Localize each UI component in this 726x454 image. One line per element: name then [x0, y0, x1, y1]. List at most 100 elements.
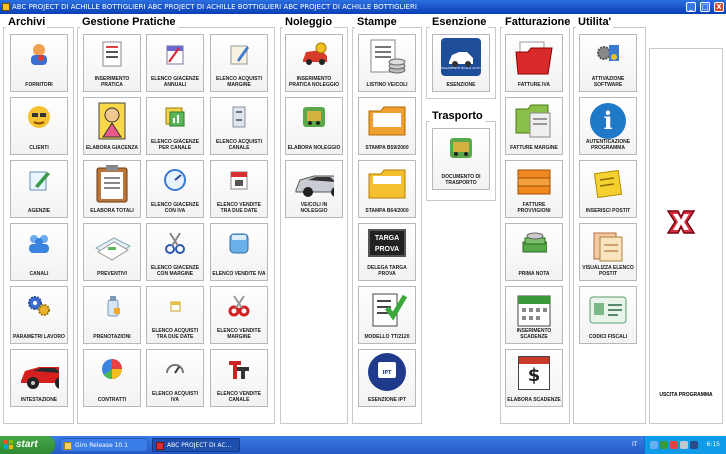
checklist-icon [367, 290, 407, 330]
fornitori-button[interactable]: FORNITORI [10, 34, 68, 92]
inserisci-postit-button[interactable]: INSERISCI POSTIT [579, 160, 637, 218]
yellow-folder-icon [367, 164, 407, 204]
modello-tt2120-button[interactable]: MODELLO TT/2120 [358, 286, 416, 344]
elenco-acquisti-canale-button[interactable]: ELENCO ACQUISTI CANALE [210, 97, 268, 155]
inserimento-scadenze-button[interactable]: INSERIMENTO SCADENZE [505, 286, 563, 344]
prenotazioni-button[interactable]: PRENOTAZIONI [83, 286, 141, 344]
worried-person-icon [92, 101, 132, 141]
fatture-margine-button[interactable]: FATTURE MARGINE [505, 97, 563, 155]
agency-pen-icon [26, 167, 52, 193]
system-tray: 6:15 [644, 436, 726, 454]
codici-fiscali-button[interactable]: CODICI FISCALI [579, 286, 637, 344]
supplier-icon [26, 41, 52, 67]
volume-icon[interactable] [680, 441, 688, 449]
document-list-icon [99, 41, 125, 67]
archivi-title: Archivi [6, 16, 48, 28]
stampe-title: Stampe [355, 16, 399, 28]
intestazione-button[interactable]: INTESTAZIONE [10, 349, 68, 407]
esenzione-ipt-button[interactable]: IPT ESENZIONE IPT [358, 349, 416, 407]
preventivi-button[interactable]: PREVENTIVI [83, 223, 141, 281]
elenco-vendite-margine-button[interactable]: ELENCO VENDITE MARGINE [210, 286, 268, 344]
calendar-icon [226, 167, 252, 193]
postit-note-icon [588, 164, 628, 204]
minimize-button[interactable]: _ [686, 2, 696, 12]
elenco-acquisti-margine-button[interactable]: ELENCO ACQUISTI MARGINE [210, 34, 268, 92]
parametri-lavoro-button[interactable]: PARAMETRI LAVORO [10, 286, 68, 344]
display-icon[interactable] [690, 441, 698, 449]
network-icon[interactable] [650, 441, 658, 449]
title-bar: ABC PROJECT DI ACHILLE BOTTIGLIERI ABC P… [0, 0, 726, 14]
app-window-icon [156, 442, 164, 450]
agenzie-button[interactable]: AGENZIE [10, 160, 68, 218]
clienti-button[interactable]: CLIENTI [10, 97, 68, 155]
taskbar: start Giro Release 10.1 ABC PROJECT DI A… [0, 436, 726, 454]
client-face-icon [26, 104, 52, 130]
speedometer-icon [162, 356, 188, 382]
pie-chart-icon [99, 356, 125, 382]
stampa-b59-button[interactable]: STAMPA B59/2000 [358, 97, 416, 155]
trasporto-title: Trasporto [430, 110, 485, 122]
veicoli-in-noleggio-button[interactable]: VEICOLI IN NOLEGGIO [285, 160, 343, 218]
bollo-auto-icon: PAGAMENTO BOLLO AUTO [440, 37, 482, 77]
contratti-button[interactable]: CONTRATTI [83, 349, 141, 407]
start-button[interactable]: start [0, 436, 55, 454]
inserimento-pratica-button[interactable]: INSERIMENTO PRATICA [83, 34, 141, 92]
maximize-button[interactable]: □ [700, 2, 710, 12]
elenco-acquisti-tra-due-date-button[interactable]: ELENCO ACQUISTI TRA DUE DATE [146, 286, 204, 344]
security-icon[interactable] [660, 441, 668, 449]
elenco-giacenze-per-canale-button[interactable]: ELENCO GIACENZE PER CANALE [146, 97, 204, 155]
fatture-provvigioni-button[interactable]: FATTURE PROVVIGIONI [505, 160, 563, 218]
elenco-vendite-canale-button[interactable]: ELENCO VENDITE CANALE [210, 349, 268, 407]
elabora-noleggio-button[interactable]: ELABORA NOLEGGIO [285, 97, 343, 155]
inserimento-pratica-noleggio-button[interactable]: INSERIMENTO PRATICA NOLEGGIO [285, 34, 343, 92]
antivirus-icon[interactable] [670, 441, 678, 449]
elenco-giacenze-annuali-button[interactable]: ELENCO GIACENZE ANNUALI [146, 34, 204, 92]
language-indicator[interactable]: IT [632, 436, 637, 454]
stampa-b64-button[interactable]: STAMPA B64/2000 [358, 160, 416, 218]
clock: 6:15 [706, 441, 720, 448]
taskbar-item-abc-project[interactable]: ABC PROJECT DI AC... [152, 438, 240, 452]
taskbar-item-folder[interactable]: Giro Release 10.1 [60, 438, 148, 452]
booking-bottle-icon [99, 293, 125, 319]
channels-people-icon [26, 230, 52, 256]
close-button[interactable]: X [714, 2, 724, 12]
prima-nota-button[interactable]: PRIMA NOTA [505, 223, 563, 281]
elenco-vendite-iva-button[interactable]: ELENCO VENDITE IVA [210, 223, 268, 281]
dollar-calendar-icon: $ [514, 353, 554, 393]
tt-logo-icon [226, 356, 252, 382]
main-menu-panel: Archivi FORNITORI CLIENTI AGENZIE CANALI… [0, 14, 726, 436]
folder-icon [64, 442, 72, 450]
car-money-icon [301, 41, 327, 67]
pencil-note-icon [226, 41, 252, 67]
windows-flag-icon [4, 440, 13, 449]
app-icon [2, 3, 10, 11]
green-folder-icon [514, 101, 554, 141]
attivazione-software-button[interactable]: ATTIVAZIONE SOFTWARE [579, 34, 637, 92]
info-icon: i [588, 101, 628, 141]
plate-sign-icon: TARGA PROVA [367, 228, 407, 258]
jar-icon [226, 230, 252, 256]
canali-button[interactable]: CANALI [10, 223, 68, 281]
uscita-programma-button[interactable]: USCITA PROGRAMMA [649, 48, 723, 424]
fatture-iva-button[interactable]: FATTURE IVA [505, 34, 563, 92]
visualizza-elenco-postit-button[interactable]: VISUALIZZA ELENCO POSTIT [579, 223, 637, 281]
elabora-scadenze-button[interactable]: $ ELABORA SCADENZE [505, 349, 563, 407]
scissors-icon [162, 230, 188, 256]
postit-list-icon [588, 227, 628, 267]
elabora-giacenza-button[interactable]: ELABORA GIACENZA [83, 97, 141, 155]
elenco-acquisti-iva-button[interactable]: ELENCO ACQUISTI IVA [146, 349, 204, 407]
elenco-giacenze-con-iva-button[interactable]: ELENCO GIACENZE CON IVA [146, 160, 204, 218]
esenzione-button[interactable]: PAGAMENTO BOLLO AUTO ESENZIONE [432, 34, 490, 92]
delega-targa-prova-button[interactable]: TARGA PROVA DELEGA TARGA PROVA [358, 223, 416, 281]
calendar-page-icon [162, 41, 188, 67]
gestione-pratiche-title: Gestione Pratiche [80, 16, 178, 28]
fatturazione-title: Fatturazione [503, 16, 573, 28]
elenco-giacenze-con-margine-button[interactable]: ELENCO GIACENZE CON MARGINE [146, 223, 204, 281]
listino-veicoli-button[interactable]: LISTINO VEICOLI [358, 34, 416, 92]
elenco-vendite-tra-due-date-button[interactable]: ELENCO VENDITE TRA DUE DATE [210, 160, 268, 218]
gauge-icon [162, 167, 188, 193]
autenticazione-programma-button[interactable]: i AUTENTICAZIONE PROGRAMMA [579, 97, 637, 155]
price-list-coins-icon [367, 38, 407, 78]
documento-di-trasporto-button[interactable]: DOCUMENTO DI TRASPORTO [432, 128, 490, 190]
elabora-totali-button[interactable]: ELABORA TOTALI [83, 160, 141, 218]
